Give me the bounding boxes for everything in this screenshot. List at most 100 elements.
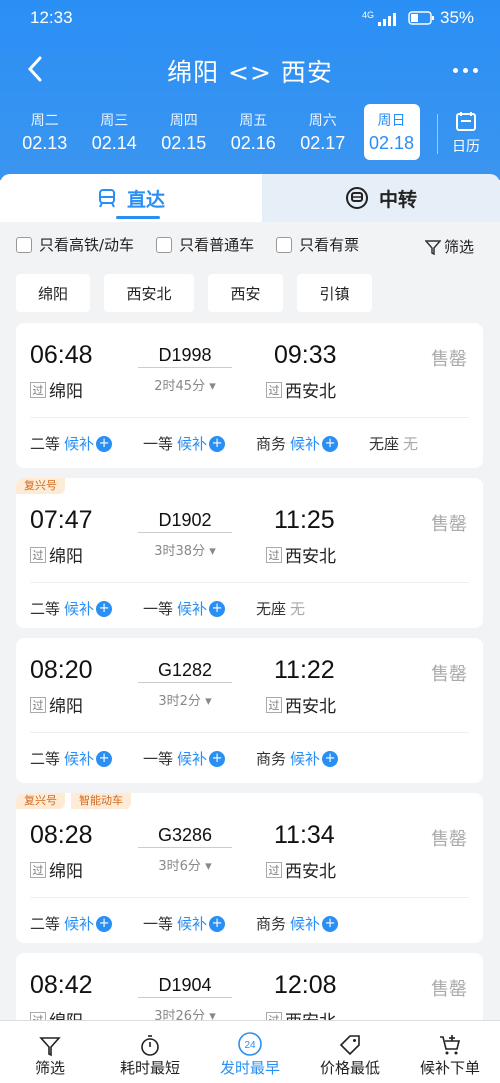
date-item[interactable]: 周四 02.15 [149, 104, 219, 160]
filter-row: 只看高铁/动车 只看普通车 只看有票 [16, 234, 381, 255]
route-line [138, 847, 232, 848]
arrival-time: 11:25 [274, 506, 335, 534]
seat-option[interactable]: 商务 候补 + [256, 433, 369, 454]
sold-out-status: 售罄 [431, 664, 467, 685]
plus-icon[interactable]: + [209, 750, 226, 767]
seat-row: 二等 候补 + 一等 候补 + 无座无 [30, 598, 369, 619]
transfer-icon [345, 187, 368, 209]
arrival-time: 12:08 [274, 971, 337, 999]
station-chip[interactable]: 西安 [208, 274, 283, 312]
departure-time: 08:42 [30, 971, 93, 999]
calendar-label: 日历 [452, 139, 480, 155]
plus-icon[interactable]: + [209, 435, 226, 452]
train-tag: 复兴号 [16, 793, 65, 809]
pass-icon: 过 [266, 861, 282, 878]
nav-cheapest[interactable]: 价格最低 [300, 1021, 400, 1083]
seat-option[interactable]: 一等 候补 + [143, 748, 256, 769]
plus-icon[interactable]: + [96, 915, 113, 932]
train-number[interactable]: D1902 [138, 510, 232, 531]
train-number[interactable]: G3286 [138, 825, 232, 846]
seat-option[interactable]: 一等 候补 + [143, 598, 256, 619]
divider [30, 582, 469, 583]
pass-icon: 过 [266, 381, 282, 398]
calendar-icon [456, 112, 476, 131]
tab-direct[interactable]: 直达 [0, 174, 262, 222]
checkbox-available[interactable]: 只看有票 [276, 234, 359, 255]
sold-out-status: 售罄 [431, 979, 467, 1000]
arrival-time: 09:33 [274, 341, 337, 369]
plus-icon[interactable]: + [96, 435, 113, 452]
train-card[interactable]: 复兴号 智能动车 08:28 过绵阳 G3286 3时6分 ▾ 11:34 过西安北 售罄 二等候… [16, 793, 483, 943]
sold-out-status: 售罄 [431, 349, 467, 370]
plus-icon[interactable]: + [209, 600, 226, 617]
station-chip[interactable]: 绵阳 [16, 274, 90, 312]
nav-filter[interactable]: 筛选 [0, 1021, 100, 1083]
train-tag: 智能动车 [71, 793, 131, 809]
pass-icon: 过 [30, 696, 46, 713]
plus-icon[interactable]: + [209, 915, 226, 932]
seat-option[interactable]: 二等 候补 + [30, 598, 143, 619]
plus-icon[interactable]: + [322, 750, 339, 767]
seat-option[interactable]: 商务 候补 + [256, 913, 369, 934]
seat-option[interactable]: 无座无 [369, 433, 482, 454]
chevron-down-icon: ▾ [209, 379, 216, 394]
checkbox-high-speed[interactable]: 只看高铁/动车 [16, 234, 134, 255]
duration[interactable]: 3时6分 ▾ [138, 855, 232, 874]
more-icon[interactable] [453, 68, 478, 73]
duration[interactable]: 3时38分 ▾ [138, 540, 232, 559]
arrival-time: 11:22 [274, 656, 335, 684]
seat-option[interactable]: 商务 候补 + [256, 748, 369, 769]
nav-shortest[interactable]: 耗时最短 [100, 1021, 200, 1083]
nav-waitlist[interactable]: 候补下单 [400, 1021, 500, 1083]
train-card[interactable]: 06:48 过绵阳 D1998 2时45分 ▾ 09:33 过西安北 售罄 二等 候补 + 一等 候补… [16, 323, 483, 468]
duration[interactable]: 3时2分 ▾ [138, 690, 232, 709]
calendar-button[interactable]: 日历 [446, 110, 486, 156]
date-item[interactable]: 周三 02.14 [80, 104, 150, 160]
train-number[interactable]: G1282 [138, 660, 232, 681]
duration[interactable]: 2时45分 ▾ [138, 375, 232, 394]
plus-icon[interactable]: + [322, 915, 339, 932]
arrival-station: 过西安北 [266, 692, 336, 717]
departure-time: 06:48 [30, 341, 93, 369]
departure-station: 过绵阳 [30, 542, 83, 567]
pass-icon: 过 [266, 696, 282, 713]
tab-transfer[interactable]: 中转 [262, 174, 500, 222]
plus-icon[interactable]: + [322, 435, 339, 452]
station-chip[interactable]: 引镇 [297, 274, 372, 312]
checkbox-normal[interactable]: 只看普通车 [156, 234, 254, 255]
train-number[interactable]: D1904 [138, 975, 232, 996]
filter-button[interactable]: 筛选 [424, 236, 474, 257]
filter-icon [39, 1037, 61, 1057]
plus-icon[interactable]: + [96, 750, 113, 767]
route-line [138, 682, 232, 683]
train-card[interactable]: 复兴号 07:47 过绵阳 D1902 3时38分 ▾ 11:25 过西安北 售罄 二等 候补 + 一… [16, 478, 483, 628]
plus-icon[interactable]: + [96, 600, 113, 617]
date-item[interactable]: 周六 02.17 [288, 104, 358, 160]
page-title: 绵阳 <> 西安 [167, 58, 333, 87]
header: 12:33 4G 35% 绵阳 <> 西安 周二 02.13 周三 02.14 周四… [0, 0, 500, 180]
sold-out-status: 售罄 [431, 829, 467, 850]
seat-option[interactable]: 二等 候补 + [30, 433, 143, 454]
seat-option[interactable]: 二等 候补 + [30, 748, 143, 769]
arrival-station: 过西安北 [266, 377, 336, 402]
divider [30, 897, 469, 898]
seat-option[interactable]: 一等 候补 + [143, 913, 256, 934]
price-tag-icon [339, 1035, 360, 1056]
seat-option[interactable]: 无座无 [256, 598, 369, 619]
nav-earliest[interactable]: 24 发时最早 [200, 1021, 300, 1083]
departure-station: 过绵阳 [30, 692, 83, 717]
status-time: 12:33 [30, 8, 73, 27]
date-item-selected[interactable]: 周日 02.18 [363, 104, 420, 160]
train-card[interactable]: 08:20 过绵阳 G1282 3时2分 ▾ 11:22 过西安北 售罄 二等 候补 + 一等 候补 +… [16, 638, 483, 783]
station-chip[interactable]: 西安北 [104, 274, 194, 312]
svg-text:24: 24 [244, 1040, 256, 1051]
clock-24-icon: 24 [238, 1032, 262, 1056]
stopwatch-icon [141, 1035, 159, 1056]
seat-option[interactable]: 一等 候补 + [143, 433, 256, 454]
date-item[interactable]: 周五 02.16 [219, 104, 289, 160]
cart-plus-icon [440, 1035, 461, 1055]
date-item[interactable]: 周二 02.13 [10, 104, 80, 160]
departure-time: 08:28 [30, 821, 93, 849]
seat-option[interactable]: 二等 候补 + [30, 913, 143, 934]
train-number[interactable]: D1998 [138, 345, 232, 366]
